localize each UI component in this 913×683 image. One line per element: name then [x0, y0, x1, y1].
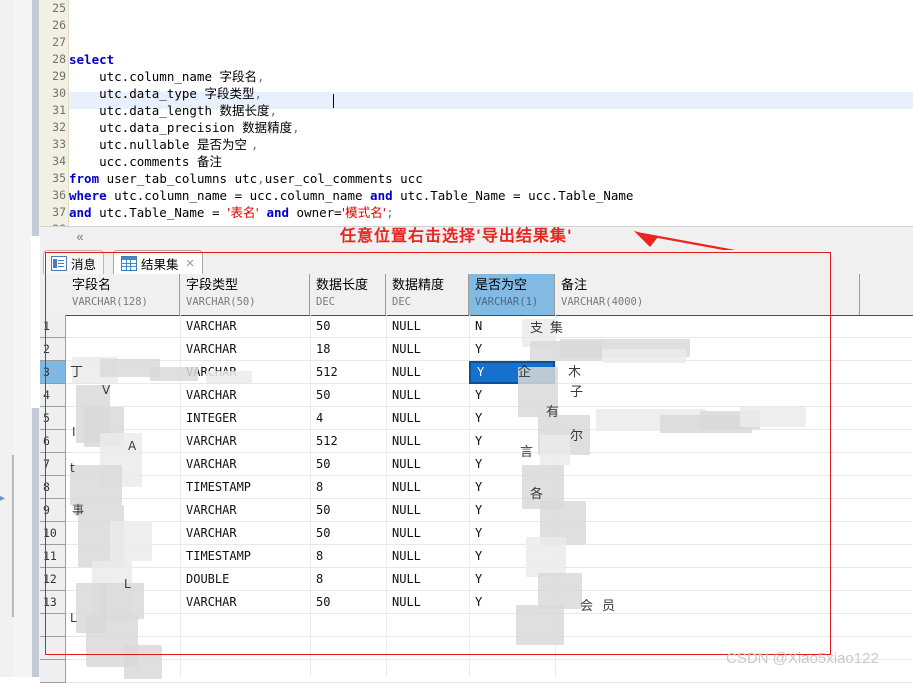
code-token: 是否为空 [196, 137, 251, 152]
watermark: CSDN @Xiao5xiao122 [726, 650, 879, 667]
code-line[interactable]: from user_tab_columns utc,user_col_comme… [69, 170, 423, 187]
code-token: utc.nullable [69, 137, 197, 152]
code-token: , [250, 137, 259, 152]
line-number: 36 [52, 188, 66, 202]
line-number: 32 [52, 120, 66, 134]
code-token: user_tab_columns utc [99, 171, 258, 186]
code-token: , [269, 103, 278, 118]
line-number: 28 [52, 52, 66, 66]
code-token: owner= [289, 205, 342, 220]
code-token: and [370, 188, 393, 203]
line-number-gutter: 2526272829303132333435363738 [40, 0, 69, 226]
sql-code-area[interactable]: select utc.column_name 字段名, utc.data_typ… [69, 0, 913, 226]
code-token: from [69, 171, 100, 186]
line-number: 29 [52, 69, 66, 83]
code-token: and [69, 205, 92, 220]
row-number[interactable] [40, 660, 66, 683]
code-token: , [254, 86, 263, 101]
annotation-text: 任意位置右击选择'导出结果集' [340, 226, 573, 245]
code-token: , [257, 171, 265, 186]
code-line[interactable]: utc.nullable 是否为空 , [69, 136, 258, 153]
code-token: utc.column_name = ucc.column_name [106, 188, 371, 203]
line-number: 26 [52, 18, 66, 32]
code-token: 备注 [196, 154, 222, 169]
code-token: utc.data_type [69, 86, 205, 101]
code-token: 字段名 [219, 69, 258, 84]
line-number: 37 [52, 205, 66, 219]
code-token: where [69, 188, 107, 203]
code-token: 字段类型 [204, 86, 255, 101]
code-line[interactable]: where utc.column_name = ucc.column_name … [69, 187, 633, 204]
line-number: 33 [52, 137, 66, 151]
annotation-rectangle [45, 252, 831, 655]
code-token: utc.data_length [69, 103, 220, 118]
code-token: ; [386, 205, 394, 220]
code-line[interactable]: select [69, 51, 114, 68]
code-token: '表名' [227, 205, 259, 220]
code-token: and [266, 205, 290, 220]
code-line[interactable]: utc.data_length 数据长度, [69, 102, 277, 119]
code-token: 数据精度 [242, 120, 293, 135]
line-number: 30 [52, 86, 66, 100]
code-token: user_col_comments ucc [264, 171, 423, 186]
code-token: utc.Table_Name = [91, 205, 228, 220]
code-line[interactable]: utc.data_precision 数据精度, [69, 119, 300, 136]
code-token: utc.column_name [69, 69, 220, 84]
code-line[interactable]: ucc.comments 备注 [69, 153, 222, 170]
line-number: 35 [52, 171, 66, 185]
grid-vertical-scrollbar-thumb[interactable] [32, 408, 39, 677]
line-number: 27 [52, 35, 66, 49]
code-token: 数据长度 [219, 103, 270, 118]
editor-vertical-scrollbar-thumb-top[interactable] [32, 0, 39, 236]
code-token: ucc.comments [69, 154, 197, 169]
code-line[interactable]: utc.data_type 字段类型, [69, 85, 262, 102]
code-token: utc.data_precision [69, 120, 243, 135]
chevron-left-icon[interactable]: « [72, 229, 88, 245]
line-number: 31 [52, 103, 66, 117]
line-number: 34 [52, 154, 66, 168]
text-caret [333, 94, 334, 108]
code-token: '模式名' [341, 205, 387, 220]
editor-left-margin [14, 0, 31, 677]
sql-editor[interactable]: 2526272829303132333435363738 select utc.… [40, 0, 913, 226]
line-number: 25 [52, 1, 66, 15]
code-token: utc.Table_Name = ucc.Table_Name [392, 188, 634, 203]
code-token: select [69, 52, 115, 67]
code-line[interactable]: utc.column_name 字段名, [69, 68, 265, 85]
scroll-marker-icon: ▸ [0, 493, 6, 504]
code-token: , [257, 69, 265, 84]
code-token: , [292, 120, 300, 135]
code-line[interactable]: and utc.Table_Name = '表名' and owner='模式名… [69, 204, 394, 221]
